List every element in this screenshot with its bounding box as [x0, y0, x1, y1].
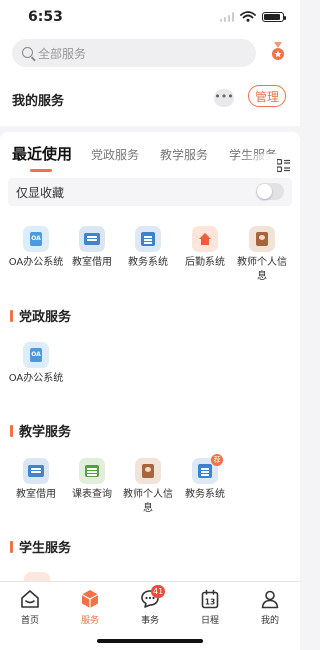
more-options-button[interactable]: ••• — [214, 89, 234, 107]
app-academic-system[interactable]: 荐 教务系统 — [177, 454, 233, 502]
profile-icon — [261, 590, 279, 609]
tabbar-label: 我的 — [260, 616, 279, 626]
oa-icon: OA — [23, 226, 49, 252]
section-title: 党政服务 — [19, 310, 72, 325]
manage-button[interactable]: 管理 — [248, 85, 286, 107]
oa-icon: OA — [23, 342, 49, 368]
section-teaching: 教学服务 — [10, 421, 71, 440]
app-oa[interactable]: OA OA办公系统 — [8, 342, 64, 386]
app-label: 教务系统 — [185, 489, 225, 500]
app-logistics[interactable]: 后勤系统 — [177, 226, 233, 270]
active-tab-indicator — [30, 169, 52, 172]
search-input[interactable]: 全部服务 — [12, 39, 256, 67]
calendar-day: 13 — [205, 598, 215, 607]
app-label: 教务系统 — [128, 257, 168, 268]
status-time: 6:53 — [28, 9, 63, 25]
app-teacher-info[interactable]: 教师个人信息 — [120, 458, 176, 516]
recommended-badge: 荐 — [211, 454, 223, 466]
app-label: OA办公系统 — [8, 257, 64, 268]
tabbar-label: 服务 — [80, 616, 99, 626]
app-label: 教师个人信息 — [237, 257, 287, 282]
tabbar-schedule[interactable]: 13 日程 — [180, 582, 240, 632]
app-classroom[interactable]: 教室借用 — [8, 458, 64, 502]
signal-icon — [219, 11, 234, 22]
category-tabs: 最近使用 党政服务 教学服务 学生服务 — [0, 142, 300, 178]
favorites-filter-label: 仅显收藏 — [16, 186, 65, 200]
search-placeholder: 全部服务 — [38, 47, 87, 61]
tab-party-affairs[interactable]: 党政服务 — [91, 146, 139, 163]
teacher-info-icon — [249, 226, 275, 252]
classroom-icon — [79, 226, 105, 252]
services-panel: 最近使用 党政服务 教学服务 学生服务 仅显收藏 OA OA办公系统 教室借用 … — [0, 132, 300, 581]
category-list-icon[interactable] — [277, 159, 290, 172]
academic-system-icon — [135, 226, 161, 252]
unread-count-badge: 41 — [151, 585, 166, 598]
tabbar-affairs[interactable]: 41 事务 — [120, 582, 180, 632]
service-box-icon — [81, 590, 99, 608]
app-label: 教师个人信息 — [123, 489, 173, 514]
tab-recent[interactable]: 最近使用 — [12, 143, 72, 164]
classroom-icon — [23, 458, 49, 484]
battery-icon — [262, 11, 286, 22]
home-indicator — [97, 639, 203, 643]
my-services-title: 我的服务 — [12, 94, 65, 109]
tabbar-home[interactable]: 首页 — [0, 582, 60, 632]
search-icon — [22, 47, 33, 58]
app-label: 教室借用 — [16, 489, 56, 500]
favorites-toggle[interactable] — [256, 183, 284, 200]
section-title: 学生服务 — [19, 541, 72, 556]
app-label: 后勤系统 — [185, 257, 225, 268]
calendar-icon: 13 — [201, 589, 219, 609]
academic-system-icon: 荐 — [192, 454, 223, 484]
app-timetable[interactable]: 课表查询 — [64, 458, 120, 502]
medal-icon[interactable] — [271, 42, 285, 62]
tab-teaching[interactable]: 教学服务 — [160, 146, 208, 163]
tabbar-label: 事务 — [140, 616, 159, 626]
tabbar-profile[interactable]: 我的 — [240, 582, 300, 632]
partially-visible-app-icon[interactable] — [24, 572, 50, 581]
section-title: 教学服务 — [19, 425, 72, 440]
top-card: 全部服务 我的服务 ••• 管理 — [0, 34, 300, 126]
logistics-icon — [192, 226, 218, 252]
tabbar-service[interactable]: 服务 — [60, 582, 120, 632]
section-party-affairs: 党政服务 — [10, 306, 71, 325]
tabbar-label: 日程 — [200, 616, 219, 626]
app-label: 教室借用 — [72, 257, 112, 268]
app-teacher-info[interactable]: 教师个人信息 — [234, 226, 290, 284]
section-student: 学生服务 — [10, 537, 71, 556]
app-classroom[interactable]: 教室借用 — [64, 226, 120, 270]
wifi-icon — [240, 11, 256, 22]
app-oa[interactable]: OA OA办公系统 — [8, 226, 64, 270]
home-icon — [21, 590, 39, 608]
app-label: OA办公系统 — [8, 373, 64, 384]
timetable-icon — [79, 458, 105, 484]
app-label: 课表查询 — [72, 489, 112, 500]
app-academic-system[interactable]: 教务系统 — [120, 226, 176, 270]
tabs-fade — [240, 154, 300, 178]
favorites-filter-row: 仅显收藏 — [8, 178, 292, 206]
tabbar-label: 首页 — [20, 616, 39, 626]
teacher-info-icon — [135, 458, 161, 484]
status-icons — [219, 11, 286, 22]
status-bar: 6:53 — [0, 0, 300, 34]
